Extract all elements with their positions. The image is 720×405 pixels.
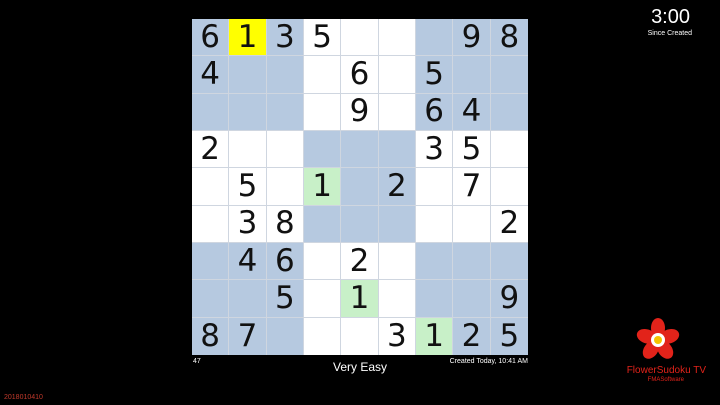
sudoku-cell-r4c4[interactable] xyxy=(303,130,342,169)
sudoku-cell-r9c3[interactable] xyxy=(266,317,304,355)
sudoku-cell-r9c6[interactable]: 3 xyxy=(379,317,416,355)
sudoku-cell-r8c3[interactable]: 5 xyxy=(266,280,304,318)
sudoku-cell-r9c2[interactable]: 7 xyxy=(229,317,267,355)
sudoku-cell-r3c2[interactable] xyxy=(229,93,267,131)
sudoku-cell-r6c2[interactable]: 3 xyxy=(229,205,267,243)
sudoku-cell-r5c7[interactable] xyxy=(415,168,454,206)
sudoku-cell-r1c4[interactable]: 5 xyxy=(303,19,342,57)
sudoku-cell-r9c9[interactable]: 5 xyxy=(490,317,528,355)
sudoku-cell-r6c8[interactable] xyxy=(453,205,491,243)
sudoku-cell-r6c4[interactable] xyxy=(303,205,342,243)
sudoku-cell-r1c8[interactable]: 9 xyxy=(453,19,491,57)
sudoku-cell-r2c6[interactable] xyxy=(378,56,416,94)
sudoku-cell-r9c7[interactable]: 1 xyxy=(415,317,454,355)
version-label: 2018010410 xyxy=(4,394,43,401)
sudoku-cell-r9c5[interactable] xyxy=(341,317,379,355)
sudoku-cell-r5c3[interactable] xyxy=(266,168,304,206)
sudoku-cell-r7c5[interactable]: 2 xyxy=(341,242,379,281)
sudoku-cell-r3c6[interactable] xyxy=(378,93,416,131)
sudoku-cell-r9c1[interactable]: 8 xyxy=(192,317,230,355)
sudoku-cell-r5c9[interactable] xyxy=(490,168,528,206)
timer-label: Since Created xyxy=(647,30,692,37)
sudoku-cell-r3c9[interactable] xyxy=(490,93,528,131)
sudoku-cell-r4c8[interactable]: 5 xyxy=(453,130,491,169)
sudoku-cell-r2c1[interactable]: 4 xyxy=(192,56,230,94)
sudoku-cell-r1c5[interactable] xyxy=(341,19,379,57)
sudoku-cell-r4c1[interactable]: 2 xyxy=(192,130,230,169)
sudoku-cell-r7c2[interactable]: 4 xyxy=(229,242,267,281)
sudoku-cell-r1c6[interactable] xyxy=(378,19,416,57)
sudoku-cell-r8c9[interactable]: 9 xyxy=(490,280,528,318)
sudoku-cell-r4c9[interactable] xyxy=(490,131,528,169)
sudoku-cell-r7c1[interactable] xyxy=(192,242,230,281)
sudoku-cell-r3c8[interactable]: 4 xyxy=(453,93,491,131)
sudoku-cell-r2c4[interactable] xyxy=(303,56,342,94)
sudoku-cell-r4c5[interactable] xyxy=(341,130,379,169)
sudoku-cell-r8c5[interactable]: 1 xyxy=(341,280,379,318)
sudoku-cell-r7c3[interactable]: 6 xyxy=(266,242,304,281)
sudoku-cell-r4c3[interactable] xyxy=(266,130,304,169)
sudoku-board: 6135984659642355127382462519873125 xyxy=(192,19,528,355)
sudoku-cell-r8c4[interactable] xyxy=(303,280,342,318)
sudoku-cell-r1c1[interactable]: 6 xyxy=(192,19,230,57)
sudoku-cell-r1c9[interactable]: 8 xyxy=(490,19,528,57)
sudoku-cell-r5c1[interactable] xyxy=(192,168,230,206)
sudoku-cell-r5c4[interactable]: 1 xyxy=(303,168,342,206)
sudoku-cell-r8c1[interactable] xyxy=(192,280,230,318)
sudoku-cell-r9c4[interactable] xyxy=(304,317,342,355)
sudoku-cell-r9c8[interactable]: 2 xyxy=(453,317,491,355)
elapsed-timer: 3:00 xyxy=(651,6,690,28)
sudoku-cell-r3c3[interactable] xyxy=(266,93,304,131)
vendor-name: FMASoftware xyxy=(647,377,684,383)
sudoku-cell-r2c8[interactable] xyxy=(453,56,491,94)
sudoku-cell-r3c1[interactable] xyxy=(192,93,230,131)
sudoku-cell-r1c2[interactable]: 1 xyxy=(229,19,267,57)
sudoku-cell-r8c2[interactable] xyxy=(229,280,267,318)
flower-logo-icon xyxy=(636,318,680,359)
sudoku-cell-r2c3[interactable] xyxy=(266,56,304,94)
sudoku-cell-r5c8[interactable]: 7 xyxy=(453,168,491,206)
sudoku-cell-r7c9[interactable] xyxy=(490,242,528,281)
sudoku-cell-r6c1[interactable] xyxy=(192,205,230,243)
sudoku-cell-r6c6[interactable] xyxy=(378,205,416,243)
sudoku-cell-r6c5[interactable] xyxy=(341,205,379,243)
sudoku-cell-r7c6[interactable] xyxy=(378,242,416,281)
brand-name: FlowerSudoku TV xyxy=(626,365,706,376)
sudoku-cell-r2c5[interactable]: 6 xyxy=(341,56,379,94)
sudoku-cell-r3c5[interactable]: 9 xyxy=(341,93,379,131)
sudoku-cell-r4c7[interactable]: 3 xyxy=(415,130,454,169)
sudoku-cell-r1c7[interactable] xyxy=(415,19,454,57)
sudoku-cell-r3c7[interactable]: 6 xyxy=(415,93,454,131)
sudoku-cell-r6c7[interactable] xyxy=(415,205,454,243)
sudoku-cell-r4c6[interactable] xyxy=(378,130,416,169)
sudoku-cell-r4c2[interactable] xyxy=(229,130,267,169)
sudoku-cell-r7c4[interactable] xyxy=(303,242,342,281)
sudoku-cell-r8c6[interactable] xyxy=(378,280,416,318)
sudoku-cell-r8c7[interactable] xyxy=(415,280,454,318)
sudoku-cell-r6c3[interactable]: 8 xyxy=(266,205,304,243)
sudoku-cell-r5c5[interactable] xyxy=(341,168,379,206)
sudoku-cell-r2c2[interactable] xyxy=(229,56,267,94)
sudoku-cell-r1c3[interactable]: 3 xyxy=(266,19,304,57)
sudoku-cell-r2c9[interactable] xyxy=(490,56,528,94)
sudoku-cell-r7c7[interactable] xyxy=(415,242,454,281)
sudoku-cell-r5c6[interactable]: 2 xyxy=(378,168,416,206)
difficulty-label: Very Easy xyxy=(332,360,388,374)
sudoku-cell-r2c7[interactable]: 5 xyxy=(415,56,454,94)
sudoku-cell-r6c9[interactable]: 2 xyxy=(490,206,528,243)
sudoku-cell-r8c8[interactable] xyxy=(453,280,491,318)
sudoku-cell-r7c8[interactable] xyxy=(453,242,491,281)
sudoku-cell-r3c4[interactable] xyxy=(303,93,342,131)
sudoku-cell-r5c2[interactable]: 5 xyxy=(229,168,267,206)
